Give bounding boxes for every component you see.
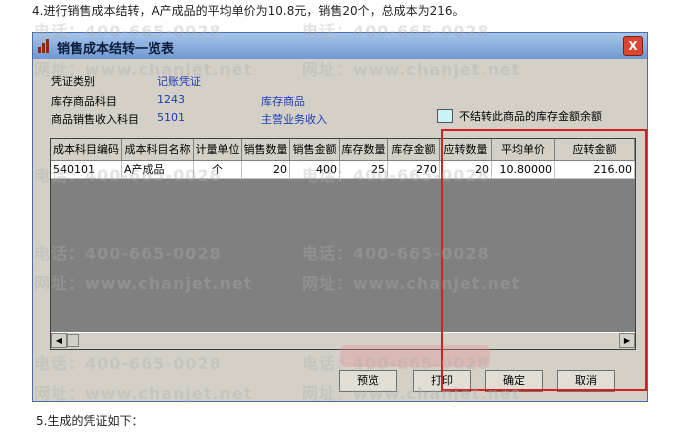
inventory-account-label: 库存商品科目 [51,95,117,108]
column-header[interactable]: 销售金额 [290,139,340,161]
outro-text: 5.生成的凭证如下： [36,414,144,428]
table-cell[interactable]: 216.00 [555,161,635,179]
watermark-site: 网址：www.chanjet.net [302,60,521,79]
column-header[interactable]: 平均单价 [492,139,555,161]
close-icon[interactable]: X [623,36,643,56]
revenue-account-label: 商品销售收入科目 [51,113,139,126]
table-cell[interactable]: 10.80000 [492,161,555,179]
watermark-phone: 电话：400-665-0028 [34,22,222,41]
column-header[interactable]: 应转数量 [440,139,492,161]
watermark-phone: 电话：400-665-0028 [34,354,222,373]
no-transfer-checkbox[interactable] [437,109,453,123]
column-header[interactable]: 应转金额 [555,139,635,161]
scroll-thumb[interactable] [67,334,79,347]
watermark-phone: 电话：400-665-0028 [34,244,222,263]
watermark-site: 网址：www.chanjet.net [34,384,253,403]
revenue-account-name: 主营业务收入 [261,113,327,126]
column-header[interactable]: 计量单位 [194,139,242,161]
column-header[interactable]: 成本科目编码 [51,139,122,161]
watermark-phone: 电话：400-665-0028 [302,244,490,263]
scroll-right-icon[interactable]: ▶ [619,333,635,348]
cancel-button[interactable]: 取消 [557,370,615,392]
watermark-phone: 电话：400-665-0028 [302,22,490,41]
watermark-site: 网址：www.chanjet.net [34,60,253,79]
watermark-phone: 电话：400-665-0028 [302,166,490,185]
column-header[interactable]: 销售数量 [242,139,290,161]
inventory-account-name: 库存商品 [261,95,305,108]
intro-text: 4.进行销售成本结转，A产成品的平均单价为10.8元，销售20个，总成本为216… [32,4,465,18]
scroll-left-icon[interactable]: ◀ [51,333,67,348]
table-cell[interactable]: 20 [242,161,290,179]
watermark-phone: 电话：400-665-0028 [34,166,222,185]
column-header[interactable]: 成本科目名称 [122,139,194,161]
watermark-site: 网址：www.chanjet.net [34,274,253,293]
cost-transfer-dialog: 销售成本结转一览表 X 凭证类别 记账凭证 库存商品科目 1243 库存商品 商… [32,32,648,402]
inventory-account-code: 1243 [157,93,185,106]
watermark-phone: 电话：400-665-0028 [302,354,490,373]
grid-header-row: 成本科目编码 成本科目名称 计量单位 销售数量 销售金额 库存数量 库存金额 应… [51,139,635,161]
revenue-account-code: 5101 [157,111,185,124]
watermark-site: 网址：www.chanjet.net [302,384,521,403]
column-header[interactable]: 库存金额 [388,139,440,161]
column-header[interactable]: 库存数量 [340,139,388,161]
watermark-site: 网址：www.chanjet.net [302,274,521,293]
no-transfer-checkbox-label: 不结转此商品的库存金额余额 [459,110,602,123]
